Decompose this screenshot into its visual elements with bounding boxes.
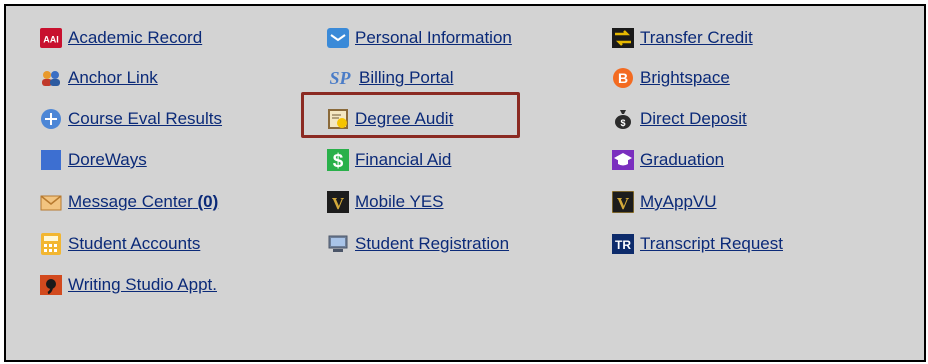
svg-text:TR: TR [615,238,631,252]
doreways-icon [40,149,62,171]
myappvu-label[interactable]: MyAppVU [640,192,717,212]
link-course-eval-results[interactable]: Course Eval Results [40,106,222,132]
link-message-center[interactable]: Message Center (0) [40,189,218,215]
brightspace-label[interactable]: Brightspace [640,68,730,88]
anchor-link-icon [40,67,62,89]
brightspace-b-icon: B [612,67,634,89]
personal-information-mail-icon [327,27,349,49]
billing-portal-label[interactable]: Billing Portal [359,68,454,88]
direct-deposit-label[interactable]: Direct Deposit [640,109,747,129]
student-registration-monitor-icon [327,233,349,255]
financial-aid-label[interactable]: Financial Aid [355,150,451,170]
link-doreways[interactable]: DoreWays [40,147,147,173]
link-brightspace[interactable]: B Brightspace [612,65,730,91]
graduation-cap-icon [612,149,634,171]
doreways-label[interactable]: DoreWays [68,150,147,170]
academic-record-icon: AAI [40,27,62,49]
link-student-accounts[interactable]: Student Accounts [40,231,200,257]
svg-text:$: $ [620,118,625,128]
message-center-label[interactable]: Message Center (0) [68,192,218,212]
myappvu-v-icon: V [612,191,634,213]
mobile-yes-label[interactable]: Mobile YES [355,192,444,212]
transcript-request-label[interactable]: Transcript Request [640,234,783,254]
link-transfer-credit[interactable]: Transfer Credit [612,25,753,51]
link-anchor-link[interactable]: Anchor Link [40,65,158,91]
anchor-link-label[interactable]: Anchor Link [68,68,158,88]
course-eval-results-label[interactable]: Course Eval Results [68,109,222,129]
student-accounts-calculator-icon [40,233,62,255]
mobile-yes-v-icon: V [327,191,349,213]
graduation-label[interactable]: Graduation [640,150,724,170]
billing-portal-sp-icon: SP [329,67,351,88]
writing-studio-icon [40,274,62,296]
link-direct-deposit[interactable]: $ Direct Deposit [612,106,747,132]
personal-information-label[interactable]: Personal Information [355,28,512,48]
link-mobile-yes[interactable]: V Mobile YES [327,189,444,215]
link-personal-information[interactable]: Personal Information [327,25,512,51]
course-eval-globe-icon [40,108,62,130]
link-degree-audit[interactable]: Degree Audit [327,106,453,132]
svg-text:V: V [617,194,630,213]
link-financial-aid[interactable]: $ Financial Aid [327,147,451,173]
direct-deposit-moneybag-icon: $ [612,108,634,130]
transcript-request-tr-icon: TR [612,233,634,255]
svg-text:V: V [332,194,345,213]
quick-links-panel [4,4,926,362]
transfer-credit-label[interactable]: Transfer Credit [640,28,753,48]
link-academic-record[interactable]: AAI Academic Record [40,25,202,51]
svg-text:B: B [618,70,628,86]
financial-aid-dollar-icon: $ [327,149,349,171]
message-center-count: (0) [197,192,219,211]
link-transcript-request[interactable]: TR Transcript Request [612,231,783,257]
link-writing-studio-appt[interactable]: Writing Studio Appt. [40,272,217,298]
link-billing-portal[interactable]: SP Billing Portal [327,65,454,91]
degree-audit-certificate-icon [327,108,349,130]
link-graduation[interactable]: Graduation [612,147,724,173]
academic-record-label[interactable]: Academic Record [68,28,202,48]
message-center-envelope-icon [40,191,62,213]
link-myappvu[interactable]: V MyAppVU [612,189,717,215]
svg-text:AAI: AAI [43,35,59,45]
link-student-registration[interactable]: Student Registration [327,231,509,257]
transfer-credit-arrows-icon [612,27,634,49]
writing-studio-appt-label[interactable]: Writing Studio Appt. [68,275,217,295]
student-registration-label[interactable]: Student Registration [355,234,509,254]
student-accounts-label[interactable]: Student Accounts [68,234,200,254]
degree-audit-label[interactable]: Degree Audit [355,109,453,129]
svg-text:$: $ [333,151,344,171]
